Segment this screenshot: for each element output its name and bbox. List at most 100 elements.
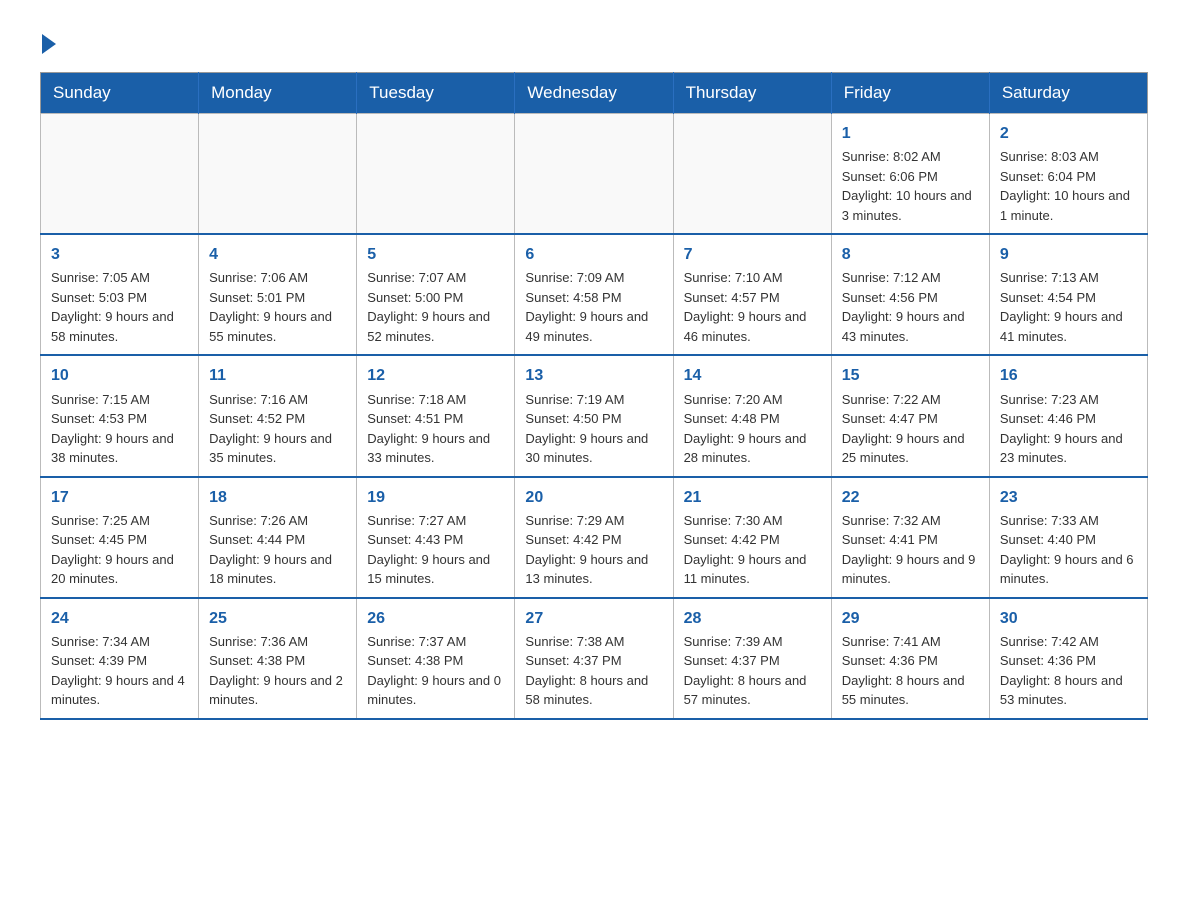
day-number: 23 [1000, 486, 1137, 509]
calendar-cell: 20Sunrise: 7:29 AM Sunset: 4:42 PM Dayli… [515, 477, 673, 598]
day-number: 6 [525, 243, 662, 266]
day-info: Sunrise: 7:06 AM Sunset: 5:01 PM Dayligh… [209, 268, 346, 346]
calendar-table: SundayMondayTuesdayWednesdayThursdayFrid… [40, 72, 1148, 720]
day-of-week-header: Saturday [989, 73, 1147, 114]
day-number: 26 [367, 607, 504, 630]
day-info: Sunrise: 7:07 AM Sunset: 5:00 PM Dayligh… [367, 268, 504, 346]
calendar-cell: 3Sunrise: 7:05 AM Sunset: 5:03 PM Daylig… [41, 234, 199, 355]
calendar-cell: 25Sunrise: 7:36 AM Sunset: 4:38 PM Dayli… [199, 598, 357, 719]
calendar-cell [515, 114, 673, 235]
day-info: Sunrise: 7:42 AM Sunset: 4:36 PM Dayligh… [1000, 632, 1137, 710]
calendar-week-row: 17Sunrise: 7:25 AM Sunset: 4:45 PM Dayli… [41, 477, 1148, 598]
day-number: 24 [51, 607, 188, 630]
day-number: 19 [367, 486, 504, 509]
day-info: Sunrise: 7:12 AM Sunset: 4:56 PM Dayligh… [842, 268, 979, 346]
day-number: 9 [1000, 243, 1137, 266]
day-number: 3 [51, 243, 188, 266]
day-info: Sunrise: 7:15 AM Sunset: 4:53 PM Dayligh… [51, 390, 188, 468]
day-number: 4 [209, 243, 346, 266]
day-info: Sunrise: 7:09 AM Sunset: 4:58 PM Dayligh… [525, 268, 662, 346]
day-number: 15 [842, 364, 979, 387]
day-number: 27 [525, 607, 662, 630]
day-number: 18 [209, 486, 346, 509]
day-number: 1 [842, 122, 979, 145]
calendar-cell: 21Sunrise: 7:30 AM Sunset: 4:42 PM Dayli… [673, 477, 831, 598]
day-info: Sunrise: 7:37 AM Sunset: 4:38 PM Dayligh… [367, 632, 504, 710]
logo-triangle-icon [42, 34, 56, 54]
calendar-cell: 1Sunrise: 8:02 AM Sunset: 6:06 PM Daylig… [831, 114, 989, 235]
calendar-cell: 9Sunrise: 7:13 AM Sunset: 4:54 PM Daylig… [989, 234, 1147, 355]
day-info: Sunrise: 7:41 AM Sunset: 4:36 PM Dayligh… [842, 632, 979, 710]
day-of-week-header: Thursday [673, 73, 831, 114]
day-info: Sunrise: 7:30 AM Sunset: 4:42 PM Dayligh… [684, 511, 821, 589]
day-info: Sunrise: 7:34 AM Sunset: 4:39 PM Dayligh… [51, 632, 188, 710]
calendar-cell [673, 114, 831, 235]
day-info: Sunrise: 7:25 AM Sunset: 4:45 PM Dayligh… [51, 511, 188, 589]
day-info: Sunrise: 8:02 AM Sunset: 6:06 PM Dayligh… [842, 147, 979, 225]
calendar-cell: 8Sunrise: 7:12 AM Sunset: 4:56 PM Daylig… [831, 234, 989, 355]
calendar-week-row: 24Sunrise: 7:34 AM Sunset: 4:39 PM Dayli… [41, 598, 1148, 719]
day-of-week-header: Friday [831, 73, 989, 114]
calendar-cell: 4Sunrise: 7:06 AM Sunset: 5:01 PM Daylig… [199, 234, 357, 355]
calendar-cell: 17Sunrise: 7:25 AM Sunset: 4:45 PM Dayli… [41, 477, 199, 598]
day-info: Sunrise: 7:18 AM Sunset: 4:51 PM Dayligh… [367, 390, 504, 468]
day-info: Sunrise: 7:19 AM Sunset: 4:50 PM Dayligh… [525, 390, 662, 468]
day-info: Sunrise: 7:29 AM Sunset: 4:42 PM Dayligh… [525, 511, 662, 589]
calendar-week-row: 3Sunrise: 7:05 AM Sunset: 5:03 PM Daylig… [41, 234, 1148, 355]
day-number: 25 [209, 607, 346, 630]
calendar-cell: 29Sunrise: 7:41 AM Sunset: 4:36 PM Dayli… [831, 598, 989, 719]
calendar-cell: 30Sunrise: 7:42 AM Sunset: 4:36 PM Dayli… [989, 598, 1147, 719]
calendar-cell: 11 Sunrise: 7:16 AM Sunset: 4:52 PM Dayli… [199, 355, 357, 476]
day-number: 21 [684, 486, 821, 509]
calendar-cell: 28Sunrise: 7:39 AM Sunset: 4:37 PM Dayli… [673, 598, 831, 719]
calendar-cell: 26Sunrise: 7:37 AM Sunset: 4:38 PM Dayli… [357, 598, 515, 719]
day-info: Sunrise: 7:33 AM Sunset: 4:40 PM Dayligh… [1000, 511, 1137, 589]
day-info: Sunrise: 7:23 AM Sunset: 4:46 PM Dayligh… [1000, 390, 1137, 468]
day-number: 13 [525, 364, 662, 387]
calendar-cell: 16 Sunrise: 7:23 AM Sunset: 4:46 PM Dayli… [989, 355, 1147, 476]
day-number: 28 [684, 607, 821, 630]
day-info: Sunrise: 7:38 AM Sunset: 4:37 PM Dayligh… [525, 632, 662, 710]
page-header [40, 30, 1148, 52]
calendar-cell: 10Sunrise: 7:15 AM Sunset: 4:53 PM Dayli… [41, 355, 199, 476]
day-info: Sunrise: 7:27 AM Sunset: 4:43 PM Dayligh… [367, 511, 504, 589]
calendar-cell: 7Sunrise: 7:10 AM Sunset: 4:57 PM Daylig… [673, 234, 831, 355]
day-number: 2 [1000, 122, 1137, 145]
calendar-cell: 24Sunrise: 7:34 AM Sunset: 4:39 PM Dayli… [41, 598, 199, 719]
day-number: 12 [367, 364, 504, 387]
calendar-cell: 23Sunrise: 7:33 AM Sunset: 4:40 PM Dayli… [989, 477, 1147, 598]
day-of-week-header: Monday [199, 73, 357, 114]
day-info: Sunrise: 7:26 AM Sunset: 4:44 PM Dayligh… [209, 511, 346, 589]
day-info: Sunrise: 7:10 AM Sunset: 4:57 PM Dayligh… [684, 268, 821, 346]
calendar-cell: 13 Sunrise: 7:19 AM Sunset: 4:50 PM Dayli… [515, 355, 673, 476]
day-number: 30 [1000, 607, 1137, 630]
day-info: Sunrise: 7:32 AM Sunset: 4:41 PM Dayligh… [842, 511, 979, 589]
calendar-cell: 6Sunrise: 7:09 AM Sunset: 4:58 PM Daylig… [515, 234, 673, 355]
calendar-cell [357, 114, 515, 235]
day-number: 14 [684, 364, 821, 387]
calendar-cell: 19Sunrise: 7:27 AM Sunset: 4:43 PM Dayli… [357, 477, 515, 598]
day-number: 16 [1000, 364, 1137, 387]
day-info: Sunrise: 7:05 AM Sunset: 5:03 PM Dayligh… [51, 268, 188, 346]
day-info: Sunrise: 7:36 AM Sunset: 4:38 PM Dayligh… [209, 632, 346, 710]
day-info: Sunrise: 7:22 AM Sunset: 4:47 PM Dayligh… [842, 390, 979, 468]
calendar-cell: 2Sunrise: 8:03 AM Sunset: 6:04 PM Daylig… [989, 114, 1147, 235]
day-number: 5 [367, 243, 504, 266]
calendar-cell: 18Sunrise: 7:26 AM Sunset: 4:44 PM Dayli… [199, 477, 357, 598]
calendar-cell: 14 Sunrise: 7:20 AM Sunset: 4:48 PM Dayli… [673, 355, 831, 476]
calendar-cell: 15 Sunrise: 7:22 AM Sunset: 4:47 PM Dayli… [831, 355, 989, 476]
calendar-week-row: 10Sunrise: 7:15 AM Sunset: 4:53 PM Dayli… [41, 355, 1148, 476]
day-number: 7 [684, 243, 821, 266]
calendar-cell: 27Sunrise: 7:38 AM Sunset: 4:37 PM Dayli… [515, 598, 673, 719]
calendar-cell [41, 114, 199, 235]
day-info: Sunrise: 7:20 AM Sunset: 4:48 PM Dayligh… [684, 390, 821, 468]
day-of-week-header: Sunday [41, 73, 199, 114]
day-info: Sunrise: 7:13 AM Sunset: 4:54 PM Dayligh… [1000, 268, 1137, 346]
day-of-week-header: Tuesday [357, 73, 515, 114]
day-number: 29 [842, 607, 979, 630]
day-number: 8 [842, 243, 979, 266]
calendar-header-row: SundayMondayTuesdayWednesdayThursdayFrid… [41, 73, 1148, 114]
day-number: 11 [209, 364, 346, 387]
calendar-week-row: 1Sunrise: 8:02 AM Sunset: 6:06 PM Daylig… [41, 114, 1148, 235]
day-info: Sunrise: 7:16 AM Sunset: 4:52 PM Dayligh… [209, 390, 346, 468]
